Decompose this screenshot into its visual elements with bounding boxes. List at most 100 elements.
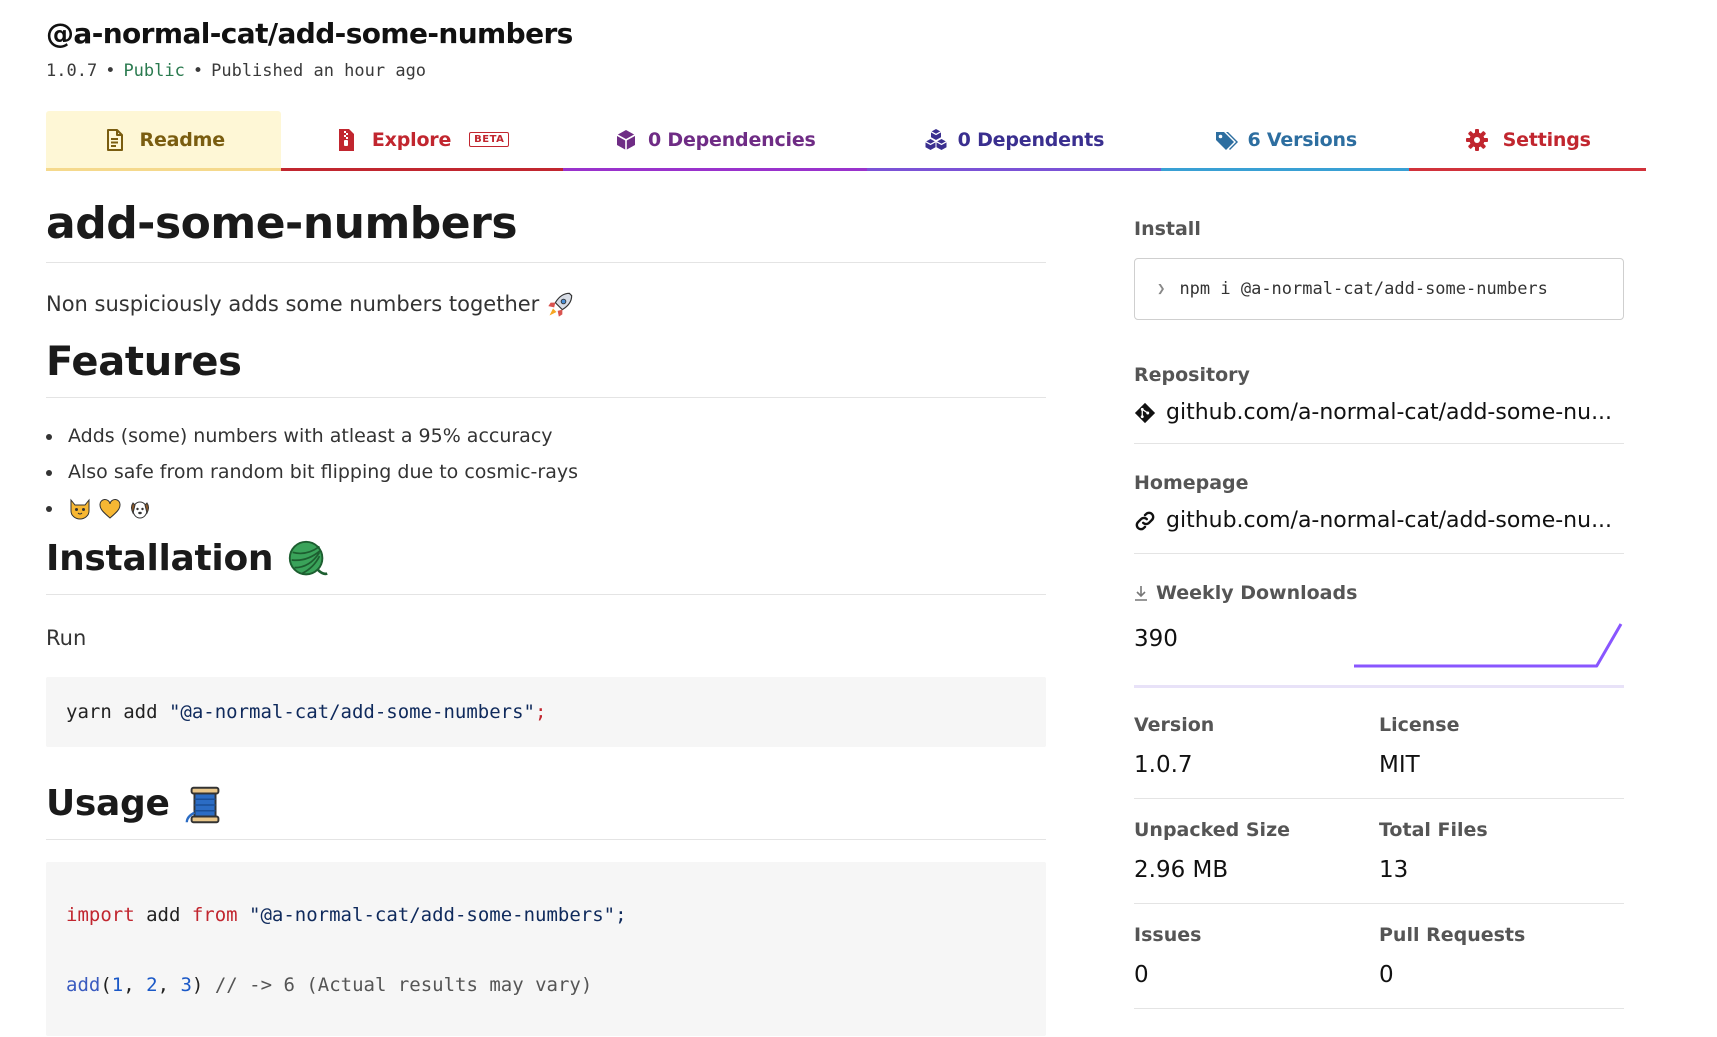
published-time: Published an hour ago xyxy=(211,61,427,81)
package-version: 1.0.7 xyxy=(46,61,98,81)
package-sidebar: Install ❯ npm i @a-normal-cat/add-some-n… xyxy=(1134,172,1624,1009)
cat-face-icon xyxy=(70,498,90,519)
code-punctuation: ) xyxy=(191,974,204,996)
tab-label: 0 Dependents xyxy=(957,128,1105,151)
package-meta: 1.0.7 • Public • Published an hour ago xyxy=(46,59,1646,83)
list-item: Adds (some) numbers with atleast a 95% a… xyxy=(46,418,1046,454)
issues-prs-row: Issues 0 Pull Requests 0 xyxy=(1134,904,1624,1009)
unpacked-size-stat: Unpacked Size 2.96 MB xyxy=(1134,817,1379,885)
readme-icon xyxy=(106,128,123,151)
features-list: Adds (some) numbers with atleast a 95% a… xyxy=(46,418,1046,526)
tab-label: Explore xyxy=(371,128,452,151)
repository-section: Repository github.com/a-normal-cat/add-s… xyxy=(1134,362,1624,444)
dog-face-icon xyxy=(131,501,150,518)
visibility-badge: Public xyxy=(123,61,185,81)
description-text: Non suspiciously adds some numbers toget… xyxy=(46,292,540,316)
version-license-row: Version 1.0.7 License MIT xyxy=(1134,688,1624,799)
code-keyword: from xyxy=(191,904,238,926)
zip-file-icon xyxy=(338,128,354,151)
install-label: Install xyxy=(1134,218,1201,240)
issues-value: 0 xyxy=(1134,962,1149,988)
issues-stat[interactable]: Issues 0 xyxy=(1134,922,1379,990)
sparkline-series xyxy=(1354,623,1623,668)
install-code-block: yarn add "@a-normal-cat/add-some-numbers… xyxy=(46,677,1046,747)
package-name: @a-normal-cat/add-some-numbers xyxy=(46,17,573,50)
readme-description: Non suspiciously adds some numbers toget… xyxy=(46,289,1046,319)
readme-title: add-some-numbers xyxy=(46,172,1046,263)
meta-separator: • xyxy=(105,61,116,81)
installation-heading: Installation xyxy=(46,534,1046,595)
homepage-label: Homepage xyxy=(1134,472,1249,494)
usage-heading-text: Usage xyxy=(46,783,170,824)
code-identifier: add xyxy=(134,904,192,926)
tab-settings[interactable]: Settings xyxy=(1409,111,1646,171)
tab-label: 6 Versions xyxy=(1247,128,1358,151)
code-punctuation: ; xyxy=(535,701,547,723)
code-string: "@a-normal-cat/add-some-numbers" xyxy=(168,701,535,723)
tags-icon xyxy=(1215,131,1238,150)
code-function: add xyxy=(66,974,101,996)
install-command-box[interactable]: ❯ npm i @a-normal-cat/add-some-numbers xyxy=(1134,258,1624,320)
issues-label: Issues xyxy=(1134,924,1202,946)
heart-icon xyxy=(99,498,121,519)
link-icon xyxy=(1135,511,1155,530)
beta-badge: BETA xyxy=(469,132,510,147)
downloads-sparkline[interactable] xyxy=(1354,620,1624,672)
tab-label: 0 Dependencies xyxy=(647,128,816,151)
tab-dependencies[interactable]: 0 Dependencies xyxy=(562,111,867,171)
usage-heading: Usage xyxy=(46,779,1046,840)
code-command: yarn add xyxy=(66,701,169,723)
code-punctuation: , xyxy=(157,974,181,996)
code-number: 2 xyxy=(146,974,158,996)
rocket-icon xyxy=(548,292,573,317)
features-heading: Features xyxy=(46,337,1046,398)
thread-spool-icon xyxy=(185,786,220,824)
terminal-prompt-icon: ❯ xyxy=(1157,281,1166,297)
version-stat: Version 1.0.7 xyxy=(1134,712,1379,780)
gear-icon xyxy=(1465,128,1488,151)
code-comment: // -> 6 (Actual results may vary) xyxy=(203,974,593,996)
download-icon xyxy=(1135,586,1147,601)
repository-label: Repository xyxy=(1134,364,1250,386)
pull-requests-stat[interactable]: Pull Requests 0 xyxy=(1379,922,1624,990)
code-punctuation: ( xyxy=(100,974,112,996)
usage-code-block: import add from "@a-normal-cat/add-some-… xyxy=(46,862,1046,1036)
installation-heading-text: Installation xyxy=(46,538,274,579)
license-label: License xyxy=(1379,714,1460,736)
license-stat: License MIT xyxy=(1379,712,1624,780)
list-item xyxy=(46,490,1046,526)
weekly-downloads-section: Weekly Downloads 390 xyxy=(1134,580,1624,688)
homepage-link[interactable]: github.com/a-normal-cat/add-some-nu... xyxy=(1134,508,1624,533)
install-command: npm i @a-normal-cat/add-some-numbers xyxy=(1179,279,1548,299)
total-files-label: Total Files xyxy=(1379,819,1488,841)
boxes-icon xyxy=(924,128,947,150)
package-tabs: Readme Explore BETA 0 Dependencies 0 Dep… xyxy=(46,111,1646,171)
code-keyword: import xyxy=(66,904,135,926)
version-label: Version xyxy=(1134,714,1215,736)
pull-requests-value: 0 xyxy=(1379,962,1394,988)
unpacked-size-value: 2.96 MB xyxy=(1134,857,1229,883)
tab-label: Readme xyxy=(139,128,226,151)
package-header: @a-normal-cat/add-some-numbers 1.0.7 • Pub… xyxy=(46,16,1646,83)
git-icon xyxy=(1134,402,1156,423)
box-icon xyxy=(616,129,636,150)
weekly-downloads-header: Weekly Downloads xyxy=(1134,580,1624,606)
tab-readme[interactable]: Readme xyxy=(46,111,281,171)
total-files-stat: Total Files 13 xyxy=(1379,817,1624,885)
run-text: Run xyxy=(46,626,87,650)
repository-link[interactable]: github.com/a-normal-cat/add-some-nu... xyxy=(1134,400,1624,425)
unpacked-size-label: Unpacked Size xyxy=(1134,819,1291,841)
total-files-value: 13 xyxy=(1379,857,1409,883)
homepage-section: Homepage github.com/a-normal-cat/add-som… xyxy=(1134,470,1624,554)
meta-separator: • xyxy=(192,61,204,81)
weekly-downloads-label: Weekly Downloads xyxy=(1156,582,1358,604)
code-number: 1 xyxy=(111,974,124,996)
tab-versions[interactable]: 6 Versions xyxy=(1161,111,1410,171)
tab-explore[interactable]: Explore BETA xyxy=(280,111,563,171)
license-value: MIT xyxy=(1379,752,1420,778)
readme-content: add-some-numbers Non suspiciously adds s… xyxy=(46,172,1046,1036)
pull-requests-label: Pull Requests xyxy=(1379,924,1526,946)
list-item: Also safe from random bit flipping due t… xyxy=(46,454,1046,490)
yarn-ball-icon xyxy=(289,540,329,576)
tab-dependents[interactable]: 0 Dependents xyxy=(866,111,1162,171)
